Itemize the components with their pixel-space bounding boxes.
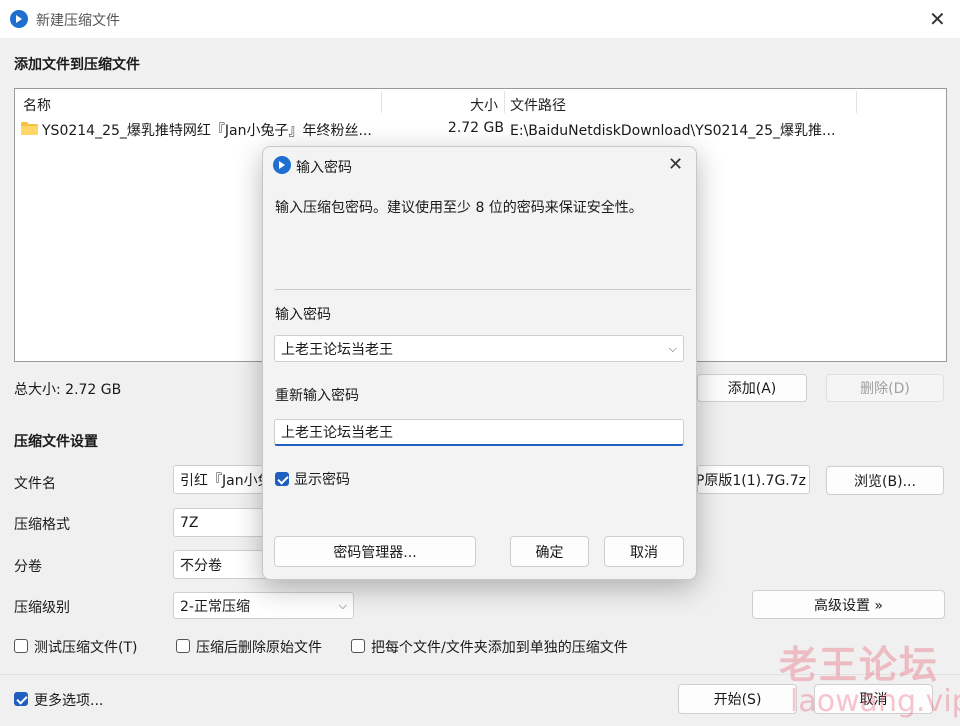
format-select[interactable]: 7Z: [173, 508, 269, 537]
confirm-password-value: 上老王论坛当老王: [281, 425, 393, 441]
add-files-heading: 添加文件到压缩文件: [14, 57, 140, 73]
watermark-text: 老王论坛: [779, 643, 940, 687]
close-icon[interactable]: ✕: [929, 9, 946, 29]
window-title: 新建压缩文件: [36, 13, 120, 29]
title-bar: 新建压缩文件 ✕: [0, 0, 960, 38]
delete-after-checkbox[interactable]: [176, 639, 190, 653]
confirm-password-input[interactable]: 上老王论坛当老王: [274, 419, 684, 446]
level-value: 2-正常压缩: [180, 598, 250, 615]
password-label: 输入密码: [275, 307, 331, 323]
chevron-down-icon: ⌵: [338, 598, 347, 612]
close-icon[interactable]: ✕: [668, 155, 683, 175]
ok-button[interactable]: 确定: [510, 536, 589, 567]
app-logo-icon: [273, 156, 291, 174]
column-path-header[interactable]: 文件路径: [510, 95, 566, 115]
column-size-header[interactable]: 大小: [470, 95, 498, 115]
test-archive-label[interactable]: 测试压缩文件(T): [34, 637, 137, 657]
file-size-cell: 2.72 GB: [447, 120, 504, 136]
dialog-cancel-button[interactable]: 取消: [604, 536, 684, 567]
filename-label: 文件名: [14, 476, 56, 492]
separate-archives-checkbox[interactable]: [351, 639, 365, 653]
format-label: 压缩格式: [14, 517, 70, 533]
password-value: 上老王论坛当老王: [281, 341, 393, 358]
show-password-label[interactable]: 显示密码: [294, 469, 350, 489]
format-value: 7Z: [180, 514, 199, 531]
total-size: 总大小: 2.72 GB: [14, 382, 122, 398]
delete-after-label[interactable]: 压缩后删除原始文件: [196, 637, 322, 657]
dialog-title: 输入密码: [296, 160, 352, 176]
delete-button[interactable]: 删除(D): [826, 374, 944, 402]
filename-value-tail: P原版1(1).7G.7z: [697, 472, 806, 489]
volume-select[interactable]: 不分卷: [173, 550, 269, 579]
file-name-cell: YS0214_25_爆乳推特网红『Jan小兔子』年终粉丝...: [42, 123, 372, 139]
dialog-divider: [275, 289, 691, 290]
add-button[interactable]: 添加(A): [697, 374, 807, 402]
column-divider[interactable]: [856, 91, 857, 113]
watermark-url: laowang.vip: [790, 684, 960, 719]
more-options-checkbox[interactable]: [14, 692, 28, 706]
show-password-checkbox[interactable]: [275, 472, 289, 486]
separate-archives-label[interactable]: 把每个文件/文件夹添加到单独的压缩文件: [371, 637, 628, 657]
browse-button[interactable]: 浏览(B)...: [826, 466, 944, 495]
dialog-message: 输入压缩包密码。建议使用至少 8 位的密码来保证安全性。: [275, 200, 643, 216]
more-options-label[interactable]: 更多选项...: [34, 690, 103, 710]
column-name-header[interactable]: 名称: [23, 95, 51, 115]
volume-label: 分卷: [14, 559, 42, 575]
test-archive-checkbox[interactable]: [14, 639, 28, 653]
table-row[interactable]: YS0214_25_爆乳推特网红『Jan小兔子』年终粉丝... 2.72 GB …: [16, 117, 945, 141]
column-divider[interactable]: [381, 91, 382, 113]
file-path-cell: E:\BaiduNetdiskDownload\YS0214_25_爆乳推...: [510, 123, 836, 139]
advanced-settings-button[interactable]: 高级设置 »: [752, 590, 945, 619]
folder-icon: [21, 122, 38, 135]
filename-field[interactable]: 引红『Jan小兔: [173, 465, 269, 494]
password-input[interactable]: 上老王论坛当老王 ⌵: [274, 335, 684, 362]
level-select[interactable]: 2-正常压缩 ⌵: [173, 592, 354, 619]
app-logo-icon: [10, 10, 28, 28]
file-list-header: 名称 大小 文件路径: [15, 89, 946, 117]
level-label: 压缩级别: [14, 600, 70, 616]
settings-heading: 压缩文件设置: [14, 434, 98, 450]
password-dialog: 输入密码 ✕ 输入压缩包密码。建议使用至少 8 位的密码来保证安全性。 输入密码…: [262, 146, 697, 580]
confirm-password-label: 重新输入密码: [275, 388, 359, 404]
chevron-down-icon[interactable]: ⌵: [669, 342, 677, 356]
filename-field-right[interactable]: P原版1(1).7G.7z: [697, 465, 810, 494]
column-divider[interactable]: [504, 91, 505, 113]
password-manager-button[interactable]: 密码管理器...: [274, 536, 476, 567]
volume-value: 不分卷: [180, 557, 222, 574]
filename-value: 引红『Jan小兔: [180, 472, 269, 489]
